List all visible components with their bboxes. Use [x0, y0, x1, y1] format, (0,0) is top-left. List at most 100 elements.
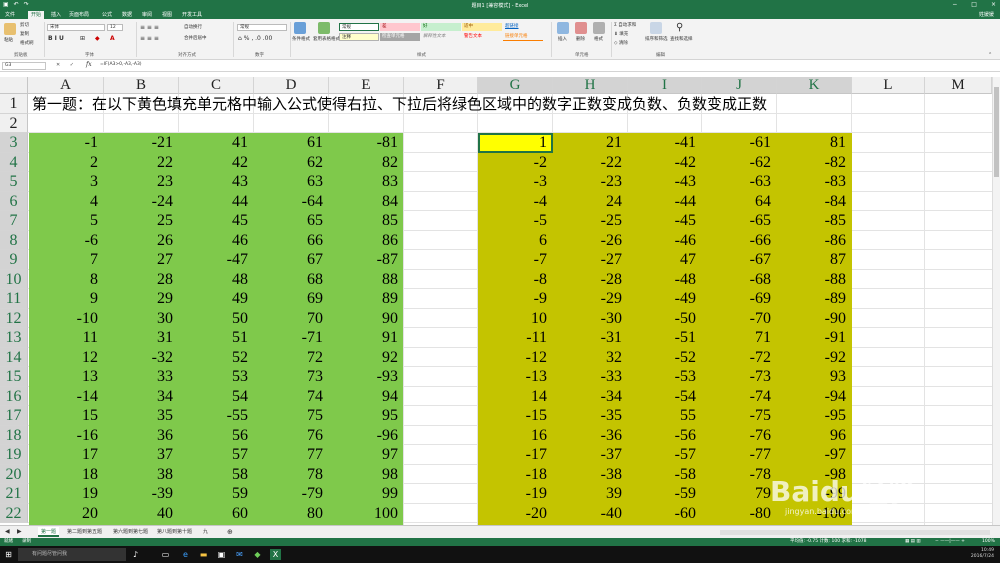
cell-a22[interactable]: 20 [28, 504, 104, 524]
mail-icon[interactable]: ✉ [234, 549, 245, 560]
cell-j22[interactable]: -80 [702, 504, 777, 524]
tab-developer[interactable]: 开发工具 [179, 11, 205, 19]
sort-filter-icon[interactable] [650, 22, 662, 34]
column-header-e[interactable]: E [329, 77, 404, 94]
cell-g12[interactable]: 10 [478, 309, 553, 329]
cell-h17[interactable]: -35 [553, 406, 628, 426]
column-header-j[interactable]: J [702, 77, 777, 94]
close-button[interactable]: × [991, 1, 996, 8]
cell-a12[interactable]: -10 [28, 309, 104, 329]
sheet-tab-4[interactable]: 第八题到第十题 [154, 527, 195, 537]
cell-g3[interactable]: 1 [478, 133, 553, 153]
cell-b3[interactable]: -21 [104, 133, 179, 153]
cancel-icon[interactable]: ✕ [56, 62, 60, 68]
table-format-button[interactable]: 套用表格格式 [313, 36, 340, 42]
tab-scroll-left-icon[interactable]: ◀ [2, 527, 13, 537]
fill-color-icon[interactable]: ◆ [95, 35, 100, 42]
clear-button[interactable]: ◇ 清除 [614, 40, 628, 46]
cell-h10[interactable]: -28 [553, 270, 628, 290]
cell-b15[interactable]: 33 [104, 367, 179, 387]
task-view-icon[interactable]: ▭ [160, 549, 171, 560]
row-header-20[interactable]: 20 [0, 464, 28, 484]
insert-cells-icon[interactable] [557, 22, 569, 34]
cell-d20[interactable]: 78 [254, 465, 329, 485]
question-text[interactable]: 第一题：在以下黄色填充单元格中输入公式使得右拉、下拉后将绿色区域中的数字正数变成… [32, 94, 767, 115]
cell-g9[interactable]: -7 [478, 250, 553, 270]
sheet-tab-1[interactable]: 第一题 [38, 527, 60, 537]
row-header-2[interactable]: 2 [0, 113, 28, 133]
cell-a7[interactable]: 5 [28, 211, 104, 231]
cell-k17[interactable]: -95 [777, 406, 852, 426]
style-check-cell[interactable]: 检查单元格 [380, 33, 420, 41]
cell-d5[interactable]: 63 [254, 172, 329, 192]
cell-e19[interactable]: 97 [329, 445, 404, 465]
windows-start-icon[interactable]: ⊞ [3, 549, 14, 560]
select-all-corner[interactable] [0, 77, 28, 94]
cell-b12[interactable]: 30 [104, 309, 179, 329]
tab-review[interactable]: 审阅 [139, 11, 155, 19]
cell-d3[interactable]: 61 [254, 133, 329, 153]
horizontal-scrollbar[interactable] [720, 530, 990, 535]
user-name[interactable]: 姓媛媛 [979, 11, 994, 18]
cell-h19[interactable]: -37 [553, 445, 628, 465]
cell-j13[interactable]: 71 [702, 328, 777, 348]
style-explanatory[interactable]: 解释性文本 [421, 33, 461, 41]
zoom-slider-icon[interactable]: − ——|—— + [935, 538, 965, 546]
cell-b18[interactable]: 36 [104, 426, 179, 446]
tab-page-layout[interactable]: 页面布局 [66, 11, 92, 19]
bold-icon[interactable]: B I U [48, 35, 64, 42]
cell-h18[interactable]: -36 [553, 426, 628, 446]
cell-a8[interactable]: -6 [28, 231, 104, 251]
cell-b10[interactable]: 28 [104, 270, 179, 290]
cell-c14[interactable]: 52 [179, 348, 254, 368]
column-header-l[interactable]: L [852, 77, 925, 94]
cell-a18[interactable]: -16 [28, 426, 104, 446]
cell-a21[interactable]: 19 [28, 484, 104, 504]
cell-h13[interactable]: -31 [553, 328, 628, 348]
style-normal[interactable]: 常规 [339, 23, 379, 31]
cell-e9[interactable]: -87 [329, 250, 404, 270]
cell-g11[interactable]: -9 [478, 289, 553, 309]
font-size-select[interactable]: 12 [107, 24, 123, 31]
cell-e12[interactable]: 90 [329, 309, 404, 329]
collapse-ribbon-icon[interactable]: ⌃ [988, 52, 992, 58]
cell-j14[interactable]: -72 [702, 348, 777, 368]
cell-a4[interactable]: 2 [28, 153, 104, 173]
cell-j4[interactable]: -62 [702, 153, 777, 173]
cell-b9[interactable]: 27 [104, 250, 179, 270]
align-icons[interactable]: ≡ ≡ ≡ [140, 24, 159, 31]
cell-i17[interactable]: 55 [628, 406, 702, 426]
number-format-select[interactable]: 常规 [237, 24, 287, 31]
view-buttons-icon[interactable]: ▦ ▤ ▥ [905, 538, 921, 546]
cell-j17[interactable]: -75 [702, 406, 777, 426]
row-header-17[interactable]: 17 [0, 406, 28, 426]
cell-d14[interactable]: 72 [254, 348, 329, 368]
cell-k16[interactable]: -94 [777, 387, 852, 407]
cell-i16[interactable]: -54 [628, 387, 702, 407]
row-header-22[interactable]: 22 [0, 503, 28, 523]
cell-k6[interactable]: -84 [777, 192, 852, 212]
cell-d10[interactable]: 68 [254, 270, 329, 290]
cell-k14[interactable]: -92 [777, 348, 852, 368]
cell-a11[interactable]: 9 [28, 289, 104, 309]
cell-b5[interactable]: 23 [104, 172, 179, 192]
cell-h6[interactable]: 24 [553, 192, 628, 212]
cell-j3[interactable]: -61 [702, 133, 777, 153]
tab-insert[interactable]: 插入 [48, 11, 64, 19]
cell-k4[interactable]: -82 [777, 153, 852, 173]
column-header-a[interactable]: A [28, 77, 104, 94]
row-header-18[interactable]: 18 [0, 425, 28, 445]
cell-d9[interactable]: 67 [254, 250, 329, 270]
cell-d7[interactable]: 65 [254, 211, 329, 231]
row-header-6[interactable]: 6 [0, 191, 28, 211]
sheet-tab-5[interactable]: 九 [200, 527, 211, 537]
cell-g14[interactable]: -12 [478, 348, 553, 368]
style-good[interactable]: 好 [421, 23, 461, 31]
cell-c15[interactable]: 53 [179, 367, 254, 387]
cell-a13[interactable]: 11 [28, 328, 104, 348]
cell-i8[interactable]: -46 [628, 231, 702, 251]
store-icon[interactable]: ▣ [216, 549, 227, 560]
cell-c13[interactable]: 51 [179, 328, 254, 348]
align-horizontal-icons[interactable]: ≡ ≡ ≡ [140, 35, 159, 42]
cell-k13[interactable]: -91 [777, 328, 852, 348]
